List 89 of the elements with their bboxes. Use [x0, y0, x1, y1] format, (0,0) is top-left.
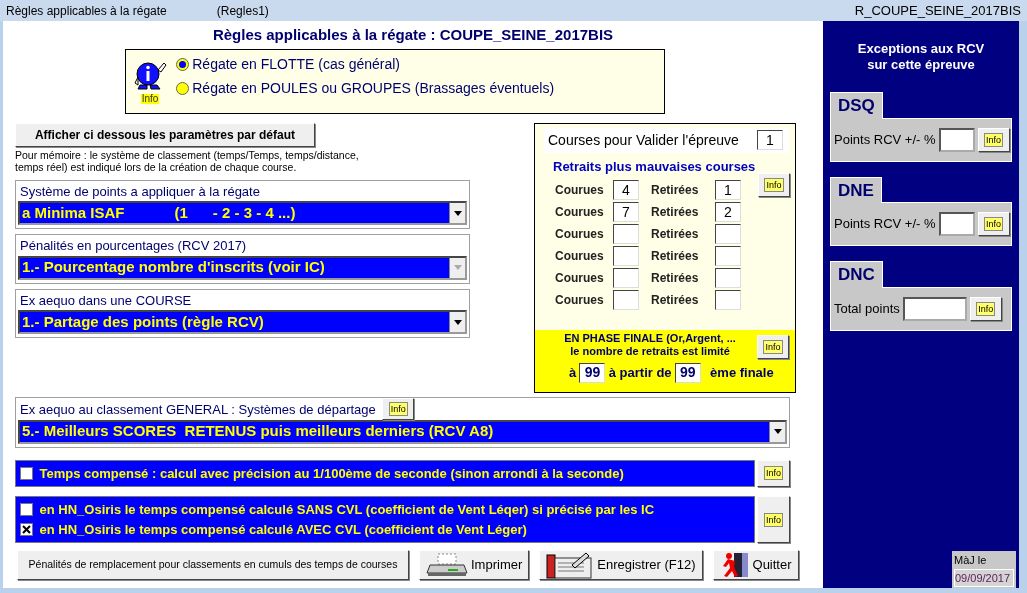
final-suffix: ème finale [710, 363, 774, 382]
printer-icon [426, 553, 468, 577]
option-label[interactable]: en HN_Osiris le temps compensé calculé SANS CVL (coefficient de Vent Léqer) si précisé par les IC [39, 500, 655, 520]
races-label: Courues [555, 292, 605, 309]
dropdown-arrow-icon [453, 265, 462, 270]
dropdown-arrow-icon [773, 429, 782, 434]
discards-label: Retirées [651, 226, 700, 243]
dropdown[interactable]: a Minima ISAF (1 - 2 - 3 - 4 ...) [18, 201, 467, 225]
dropdown-button[interactable] [449, 203, 465, 223]
discards-label: Retirées [651, 204, 700, 221]
races-field[interactable]: 7 [613, 202, 639, 222]
checkbox[interactable] [20, 503, 33, 517]
option-label[interactable]: Temps compensé : calcul avec précision au 1/100ème de seconde (sinon arrondi à la seconde) [39, 463, 624, 483]
info-button[interactable]: Info [969, 296, 1002, 321]
penalties-button[interactable]: Pénalités de remplacement pour classements en cumuls des temps de courses [17, 550, 409, 580]
mascot-label: Info [140, 93, 160, 104]
from-field[interactable]: 99 [674, 362, 701, 383]
discards-title: Retraits plus mauvaises courses [553, 157, 756, 176]
dropdown[interactable]: 1.- Partage des points (règle RCV) [18, 310, 467, 334]
update-date: 09/09/2017 [954, 568, 1014, 587]
memo-note: Pour mémoire : le système de classement (temps/Temps, temps/distance, temps réel) est indiqué lors de la création de chaque course. [15, 148, 360, 173]
info-button[interactable]: Info [757, 459, 790, 487]
dropdown-arrow-icon [453, 210, 462, 216]
discards-field[interactable] [715, 268, 741, 288]
races-label: Courues [555, 226, 605, 243]
info-button[interactable]: Info [977, 127, 1010, 152]
dropdown-arrow-icon [453, 319, 462, 325]
limit-field[interactable]: 99 [579, 362, 606, 383]
races-field[interactable] [613, 290, 639, 310]
discards-label: Retirées [651, 270, 700, 287]
exceptions-title: sur cette épreuve [867, 57, 975, 73]
page-heading: Règles applicables à la régate : COUPE_SEINE_2017BIS [211, 25, 615, 45]
dropdown-label: Pénalités en pourcentages (RCV 2017) [19, 237, 248, 255]
dropdown[interactable]: 5.- Meilleurs SCORES RETENUS puis meilleurs derniers (RCV A8) [18, 419, 787, 444]
races-label: Courues [555, 248, 605, 265]
races-field[interactable] [613, 246, 639, 266]
print-button[interactable]: Imprimer [419, 550, 530, 580]
radio-label[interactable]: Régate en FLOTTE (cas général) [192, 53, 400, 75]
races-label: Courues [555, 204, 605, 221]
number-field[interactable] [938, 127, 975, 152]
dropdown-label: Ex aequo au classement GENERAL : Systèmes de départage [19, 401, 376, 419]
final-phase-text: le nombre de retraits est limité [570, 344, 730, 358]
save-document-icon [546, 551, 595, 579]
dropdown-label: Ex aequo dans une COURSE [19, 291, 193, 310]
checkbox[interactable] [20, 466, 33, 480]
info-button[interactable]: Info [757, 334, 789, 359]
quit-button[interactable]: Quitter [712, 550, 799, 580]
save-button[interactable]: Enregistrer (F12) [539, 550, 703, 580]
validate-field[interactable]: 1 [757, 130, 783, 150]
discards-label: Retirées [651, 248, 700, 265]
info-button[interactable]: Info [382, 397, 415, 420]
option-label[interactable]: en HN_Osiris le temps compensé calculé AVEC CVL (coefficient de Vent Léger) [39, 519, 527, 539]
discards-label: Retirées [651, 292, 700, 309]
checkbox[interactable] [20, 522, 33, 536]
field-label: Total points [834, 299, 900, 318]
races-field[interactable] [613, 268, 639, 288]
discards-field[interactable] [715, 290, 741, 310]
regatta-id: R_COUPE_SEINE_2017BIS [854, 1, 1021, 20]
radio-label[interactable]: Régate en POULES ou GROUPES (Brassages éventuels) [192, 77, 555, 99]
final-phase-text: EN PHASE FINALE (Or,Argent, ... [564, 331, 736, 345]
discards-field[interactable] [715, 224, 741, 244]
info-button[interactable]: Info [757, 496, 790, 543]
number-field[interactable] [902, 296, 967, 321]
defaults-button[interactable]: Afficher ci dessous les paramètres par défaut [15, 122, 315, 147]
dropdown-button[interactable] [449, 312, 465, 332]
from-label: à partir de [608, 363, 672, 382]
field-label: Points RCV +/- % [834, 130, 936, 149]
update-label: MàJ le [954, 553, 988, 568]
discards-field[interactable] [715, 246, 741, 266]
form-name: (Regles1) [216, 2, 269, 20]
window-title: Règles applicables à la régate [6, 2, 167, 20]
discards-field[interactable]: 2 [715, 202, 741, 222]
races-field[interactable] [613, 224, 639, 244]
races-label: Courues [555, 182, 605, 199]
dropdown-button[interactable] [769, 421, 785, 442]
radio-button[interactable] [176, 57, 189, 71]
info-button[interactable]: Info [977, 212, 1010, 236]
dropdown-label: Système de points a appliquer à la régate [19, 182, 261, 201]
radio-button[interactable] [176, 81, 189, 95]
discards-field[interactable]: 1 [715, 180, 741, 200]
races-field[interactable]: 4 [613, 180, 639, 200]
number-field[interactable] [938, 212, 975, 236]
exceptions-title: Exceptions aux RCV [857, 41, 985, 57]
info-button[interactable]: Info [758, 172, 790, 197]
limit-prefix: à [569, 363, 577, 382]
races-label: Courues [555, 270, 605, 287]
validate-label: Courses pour Valider l'épreuve [548, 130, 739, 150]
discards-label: Retirées [651, 182, 700, 199]
field-label: Points RCV +/- % [834, 215, 936, 234]
